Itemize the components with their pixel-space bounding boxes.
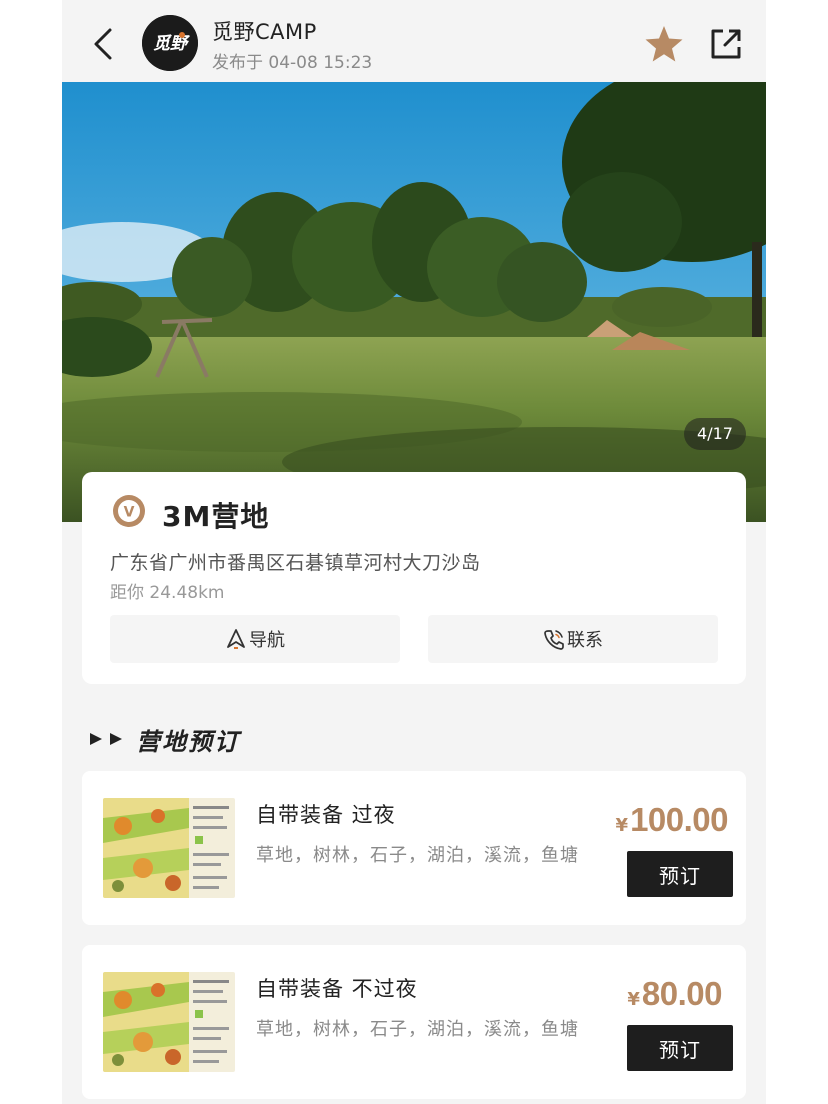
option-tags: 草地，树林，石子，湖泊，溪流，鱼塘 xyxy=(256,1019,579,1040)
contact-label: 联系 xyxy=(567,630,603,651)
camp-distance: 距你 24.48km xyxy=(110,583,225,603)
favorite-button[interactable] xyxy=(642,22,686,66)
post-time: 发布于 04-08 15:23 xyxy=(212,53,373,73)
currency-symbol: ¥ xyxy=(627,989,640,1010)
author-avatar[interactable]: 觅野 xyxy=(142,15,198,71)
star-icon xyxy=(645,26,683,62)
option-title: 自带装备 过夜 xyxy=(256,803,396,827)
campsite-map-thumbnail xyxy=(103,972,235,1072)
chevron-left-icon xyxy=(94,28,112,60)
section-title: 营地预订 xyxy=(136,727,240,756)
share-button[interactable] xyxy=(706,24,746,64)
camp-logo: 觅野 xyxy=(142,15,198,71)
back-button[interactable] xyxy=(86,22,122,66)
section-header: 营地预订 xyxy=(88,722,240,756)
app-screen: 觅野 觅野CAMP 发布于 04-08 15:23 4/17 V 3M营地 广东… xyxy=(62,0,766,1104)
option-price: ¥ 100.00 xyxy=(615,801,729,839)
svg-text:V: V xyxy=(124,505,135,521)
option-tags: 草地，树林，石子，湖泊，溪流，鱼塘 xyxy=(256,845,579,866)
photo-page-indicator: 4/17 xyxy=(684,418,746,450)
option-title: 自带装备 不过夜 xyxy=(256,977,418,1001)
author-name[interactable]: 觅野CAMP xyxy=(212,16,317,46)
navigate-button[interactable]: 导航 xyxy=(110,615,400,663)
navigation-icon xyxy=(227,629,245,649)
contact-button[interactable]: 联系 xyxy=(428,615,718,663)
top-bar: 觅野 觅野CAMP 发布于 04-08 15:23 xyxy=(62,0,766,82)
booking-option-card[interactable]: 自带装备 不过夜 草地，树林，石子，湖泊，溪流，鱼塘 ¥ 80.00 预订 xyxy=(82,945,746,1099)
booking-option-card[interactable]: 自带装备 过夜 草地，树林，石子，湖泊，溪流，鱼塘 ¥ 100.00 预订 xyxy=(82,771,746,925)
navigate-label: 导航 xyxy=(249,630,285,651)
campsite-map-thumbnail xyxy=(103,798,235,898)
price-value: 80.00 xyxy=(641,975,723,1012)
book-button[interactable]: 预订 xyxy=(627,851,733,897)
double-arrow-icon xyxy=(90,733,122,745)
left-margin xyxy=(0,0,62,1104)
phone-icon xyxy=(544,630,564,650)
currency-symbol: ¥ xyxy=(615,815,629,836)
verified-badge-icon: V xyxy=(113,495,145,527)
price-value: 100.00 xyxy=(630,801,728,838)
right-margin xyxy=(766,0,828,1104)
camp-address: 广东省广州市番禺区石碁镇草河村大刀沙岛 xyxy=(110,552,481,574)
camp-info-card: V 3M营地 广东省广州市番禺区石碁镇草河村大刀沙岛 距你 24.48km 导航… xyxy=(82,472,746,684)
svg-text:觅野: 觅野 xyxy=(153,34,190,54)
campsite-photo[interactable]: 4/17 xyxy=(62,82,766,522)
book-button[interactable]: 预订 xyxy=(627,1025,733,1071)
share-icon xyxy=(711,29,741,59)
option-price: ¥ 80.00 xyxy=(627,975,722,1013)
camp-name: 3M营地 xyxy=(162,500,270,533)
campsite-landscape-image xyxy=(62,82,766,522)
